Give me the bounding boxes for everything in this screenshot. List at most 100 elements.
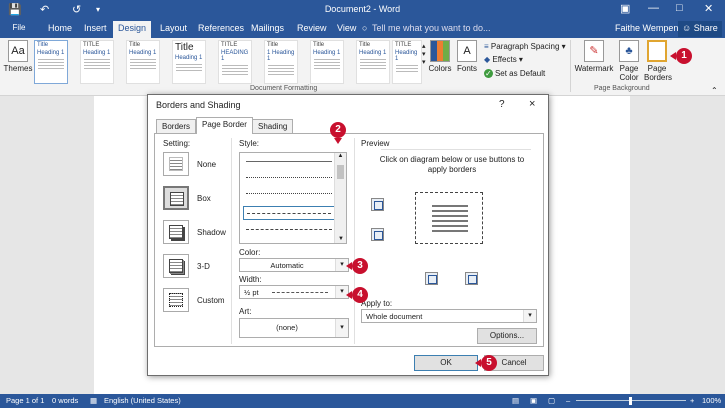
style-set-thumb[interactable]: Title Heading 1 [172,40,206,84]
setting-3d-label[interactable]: 3-D [197,262,210,271]
page-color-label: Page Color [619,64,639,82]
setting-shadow-icon[interactable] [163,220,189,244]
web-layout-icon[interactable]: ▢ [548,396,555,405]
fonts-button[interactable]: A Fonts [454,40,480,73]
collapse-ribbon-icon[interactable]: ⌃ [711,86,718,95]
top-border-button[interactable] [371,198,384,211]
tab-borders[interactable]: Borders [156,119,197,133]
bottom-border-button[interactable] [371,228,384,241]
themes-button[interactable]: Aa Themes [3,40,33,73]
options-button[interactable]: Options... [477,328,537,344]
setting-custom-icon[interactable] [163,288,189,312]
page-border-panel: Setting: None Box Shadow 3-D Custom Styl… [154,133,544,347]
style-set-thumb[interactable]: Title 1 Heading 1 [264,40,298,84]
tab-review[interactable]: Review [297,23,327,33]
language[interactable]: English (United States) [104,396,181,405]
tab-view[interactable]: View [337,23,356,33]
scroll-up-icon[interactable]: ▲ [335,153,346,159]
right-border-button[interactable] [465,272,478,285]
tab-insert[interactable]: Insert [84,23,107,33]
style-thumb-title: Title [313,42,325,48]
style-set-thumb[interactable]: TITLE HEADING 1 [218,40,252,84]
tab-home[interactable]: Home [48,23,72,33]
tell-me-box[interactable]: Tell me what you want to do... [372,23,491,33]
style-thumb-heading: Heading 1 [395,50,418,62]
style-thumb-title: TITLE [221,42,238,48]
zoom-slider-thumb[interactable] [629,397,632,405]
tab-references[interactable]: References [198,23,244,33]
ok-button[interactable]: OK [414,355,478,371]
page-color-button[interactable]: ♣ Page Color [616,40,642,82]
style-set-thumb[interactable]: Title Heading 1 [310,40,344,84]
style-label: Style: [239,139,260,148]
style-set-thumb[interactable]: Title Heading 1 [34,40,68,84]
borders-and-shading-dialog: Borders and Shading ? × Borders Page Bor… [147,94,549,376]
tab-shading[interactable]: Shading [252,119,294,133]
width-dropdown[interactable]: ½ pt ▾ [239,285,349,299]
scroll-thumb[interactable] [337,165,344,179]
style-listbox[interactable]: ▲ ▼ [239,152,347,244]
left-border-button[interactable] [425,272,438,285]
style-set-thumb[interactable]: TITLE Heading 1 [392,40,422,84]
zoom-out-icon[interactable]: – [566,396,570,405]
word-count[interactable]: 0 words [52,396,78,405]
art-dropdown[interactable]: (none) ▾ [239,318,349,338]
minimize-icon[interactable]: — [648,2,659,14]
preview-label: Preview [361,139,390,148]
gallery-more-icon[interactable]: ▴ ▾ ▾ [422,42,426,66]
maximize-icon[interactable]: □ [676,2,683,14]
tab-layout[interactable]: Layout [160,23,187,33]
setting-custom-label[interactable]: Custom [197,296,225,305]
effects-label: Effects [492,55,517,64]
user-name[interactable]: Faithe Wempen [615,23,678,33]
help-button[interactable]: ? [499,99,505,110]
style-option-selected[interactable] [243,206,335,220]
proofing-icon[interactable]: ▦ [90,396,97,405]
close-icon[interactable]: ✕ [704,2,713,15]
style-set-thumb[interactable]: Title Heading 1 [356,40,390,84]
paragraph-spacing-button[interactable]: ≡ Paragraph Spacing ▾ [484,42,566,51]
scroll-down-icon[interactable]: ▼ [335,236,347,242]
page-count[interactable]: Page 1 of 1 [6,396,44,405]
style-set-thumb[interactable]: Title Heading 1 [126,40,160,84]
style-option[interactable] [246,229,332,230]
set-as-default-button[interactable]: ✓ Set as Default [484,69,545,78]
effects-button[interactable]: ◆ Effects ▾ [484,55,523,64]
page-borders-button[interactable]: Page Borders [644,40,672,82]
setting-3d-icon[interactable] [163,254,189,278]
zoom-in-icon[interactable]: + [690,396,694,405]
ribbon: Aa Themes Title Heading 1 TITLE Heading … [0,38,725,96]
tab-page-border[interactable]: Page Border [196,117,253,134]
style-option[interactable] [246,177,332,178]
preview-diagram[interactable] [415,192,483,244]
apply-to-dropdown[interactable]: Whole document ▾ [361,309,537,323]
watermark-button[interactable]: ✎ Watermark [572,40,616,73]
color-dropdown[interactable]: Automatic ▾ [239,258,349,272]
colors-button[interactable]: Colors [428,40,452,73]
share-button[interactable]: ☺ Share [678,21,722,37]
setting-none-label[interactable]: None [197,160,216,169]
art-label: Art: [239,307,252,316]
style-thumb-heading: Heading 1 [37,50,65,56]
zoom-level[interactable]: 100% [702,396,721,405]
effects-icon: ◆ [484,55,491,64]
group-divider [570,40,571,92]
setting-shadow-label[interactable]: Shadow [197,228,226,237]
width-label: Width: [239,275,262,284]
divider [231,138,232,344]
style-option[interactable] [246,193,332,194]
tab-mailings[interactable]: Mailings [251,23,284,33]
read-mode-icon[interactable]: ▤ [512,396,519,405]
print-layout-icon[interactable]: ▣ [530,396,537,405]
style-set-thumb[interactable]: TITLE Heading 1 [80,40,114,84]
setting-box-label[interactable]: Box [197,194,211,203]
dialog-close-button[interactable]: × [529,98,535,110]
ribbon-display-icon[interactable]: ▣ [620,2,630,15]
setting-none-icon[interactable] [163,152,189,176]
tab-file[interactable]: File [0,20,38,38]
setting-box-icon[interactable] [163,186,189,210]
lightbulb-icon: ○ [362,23,368,33]
style-option[interactable] [246,161,332,162]
style-scrollbar[interactable]: ▲ ▼ [334,153,346,243]
tab-design[interactable]: Design [113,21,152,38]
